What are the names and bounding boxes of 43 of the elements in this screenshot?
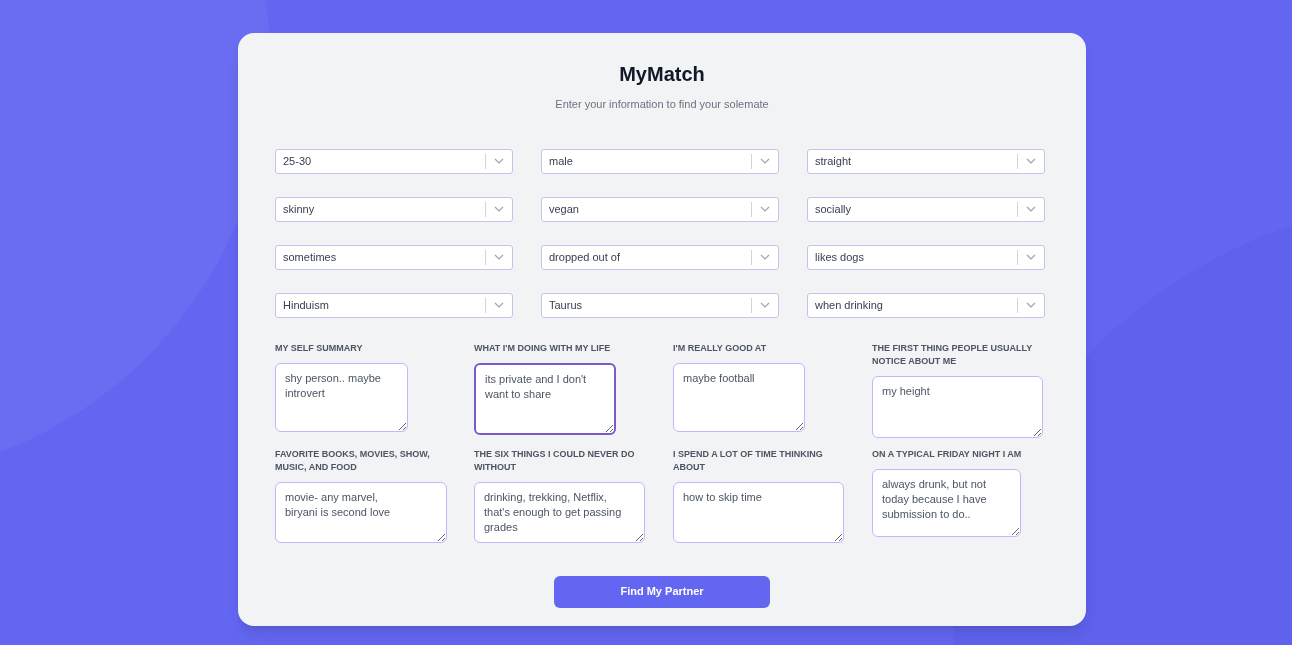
chevron-down-icon <box>1026 302 1036 308</box>
chevron-down-icon <box>760 254 770 260</box>
answer-box[interactable]: shy person.. maybe introvert <box>275 362 408 432</box>
chevron-down-icon <box>494 158 504 164</box>
chevron-down-icon <box>760 302 770 308</box>
question-label: THE FIRST THING PEOPLE USUALLY NOTICE ABOUT ME <box>872 341 1034 368</box>
answer-box[interactable]: drinking, trekking, Netflix, that's enough to get passing grades <box>474 481 645 543</box>
answer-box[interactable]: movie- any marvel, biryani is second love <box>275 481 447 543</box>
app-title: MyMatch <box>619 62 705 87</box>
chevron-down-icon <box>494 206 504 212</box>
select-field[interactable]: dropped out of <box>541 244 779 270</box>
chevron-down-icon <box>1026 206 1036 212</box>
select-field[interactable]: male <box>541 148 779 174</box>
question-label: THE SIX THINGS I COULD NEVER DO WITHOUT <box>474 447 636 474</box>
find-partner-button[interactable]: Find My Partner <box>554 575 770 608</box>
select-field[interactable]: vegan <box>541 196 779 222</box>
select-field[interactable]: 25-30 <box>275 148 513 174</box>
select-field[interactable]: skinny <box>275 196 513 222</box>
question-label: I SPEND A LOT OF TIME THINKING ABOUT <box>673 447 824 474</box>
chevron-down-icon <box>1026 158 1036 164</box>
answer-box[interactable]: always drunk, but not today because I have submission to do.. <box>872 468 1021 537</box>
chevron-down-icon <box>760 158 770 164</box>
question-label: MY SELF SUMMARY <box>275 341 364 355</box>
answer-box[interactable]: how to skip time <box>673 481 844 543</box>
answer-box[interactable]: its private and I don't want to share <box>474 362 616 435</box>
select-field[interactable]: sometimes <box>275 244 513 270</box>
answer-box[interactable]: my height <box>872 375 1043 438</box>
chevron-down-icon <box>494 254 504 260</box>
question-label: ON A TYPICAL FRIDAY NIGHT I AM <box>872 447 1023 461</box>
chevron-down-icon <box>760 206 770 212</box>
answer-box[interactable]: maybe football <box>673 362 805 432</box>
select-field[interactable]: when drinking <box>807 292 1045 318</box>
select-field[interactable]: straight <box>807 148 1045 174</box>
select-field[interactable]: Taurus <box>541 292 779 318</box>
subtitle: Enter your information to find your solemate <box>555 97 769 112</box>
question-label: WHAT I'M DOING WITH MY LIFE <box>474 341 612 355</box>
question-label: FAVORITE BOOKS, MOVIES, SHOW, MUSIC, AND FOOD <box>275 447 431 474</box>
select-field[interactable]: likes dogs <box>807 244 1045 270</box>
question-label: I'M REALLY GOOD AT <box>673 341 768 355</box>
select-field[interactable]: Hinduism <box>275 292 513 318</box>
select-field[interactable]: socially <box>807 196 1045 222</box>
chevron-down-icon <box>494 302 504 308</box>
chevron-down-icon <box>1026 254 1036 260</box>
